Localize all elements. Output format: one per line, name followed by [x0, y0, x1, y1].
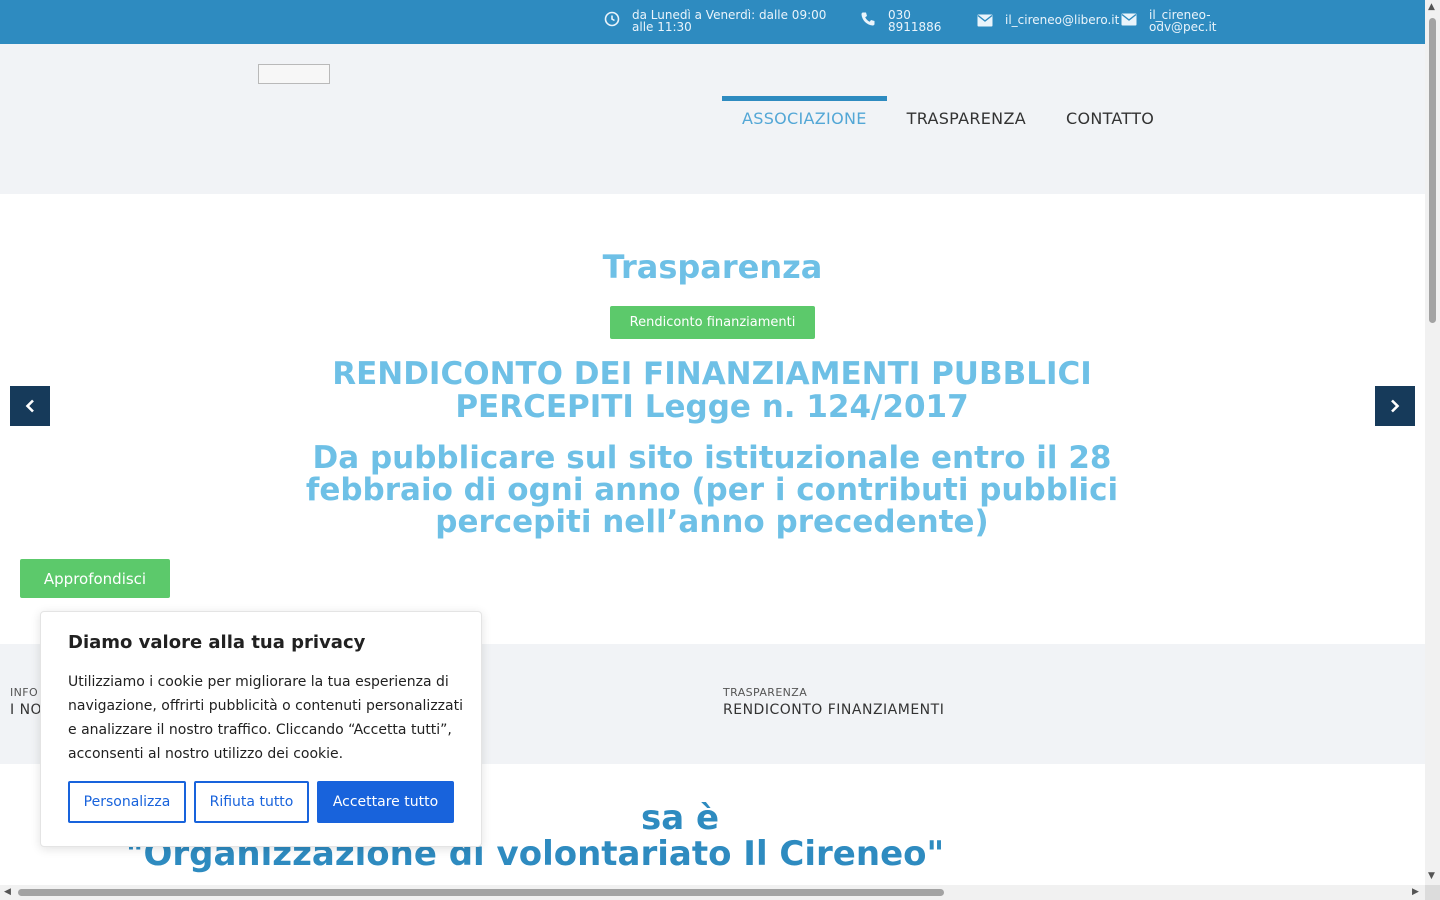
slider-next-button[interactable] [1375, 386, 1415, 426]
site-logo[interactable] [258, 64, 330, 84]
scroll-left-icon[interactable]: ◀ [4, 888, 11, 897]
phone-line-2: 8911886 [888, 20, 942, 34]
horizontal-scrollbar[interactable]: ◀ ▶ [0, 885, 1425, 900]
cookie-customize-button[interactable]: Personalizza [68, 781, 186, 823]
email-2-line-2: odv@pec.it [1149, 20, 1217, 34]
scrollbar-corner [1425, 885, 1440, 900]
section-link-title: RENDICONTO FINANZIAMENTI [723, 702, 945, 718]
hero-slider: Trasparenza Rendiconto finanziamenti REN… [0, 194, 1425, 644]
envelope-icon [977, 12, 993, 28]
cookie-consent-banner: Diamo valore alla tua privacy Utilizziam… [40, 611, 482, 847]
hours-line-2: alle 11:30 [632, 20, 692, 34]
horizontal-scroll-thumb[interactable] [18, 889, 944, 896]
chevron-left-icon [25, 399, 34, 413]
approfondisci-button[interactable]: Approfondisci [20, 559, 170, 598]
site-header: ASSOCIAZIONE TRASPARENZA CONTATTO [0, 44, 1425, 194]
slide-heading: RENDICONTO DEI FINANZIAMENTI PUBBLICI PE… [332, 356, 1092, 425]
envelope-icon [1121, 11, 1137, 27]
section-link-title: I NO [10, 702, 43, 718]
cookie-accept-button[interactable]: Accettare tutto [317, 781, 454, 823]
cookie-text: Utilizziamo i cookie per migliorare la t… [68, 674, 463, 762]
section-link-category: TRASPARENZA [723, 686, 808, 699]
section-link-trasparenza[interactable]: TRASPARENZA RENDICONTO FINANZIAMENTI [723, 686, 944, 718]
nav-item-associazione[interactable]: ASSOCIAZIONE [722, 96, 887, 140]
scroll-down-icon[interactable]: ▼ [1428, 872, 1435, 881]
scroll-up-icon[interactable]: ▲ [1428, 3, 1435, 12]
slide-category-button[interactable]: Rendiconto finanziamenti [610, 306, 815, 339]
scroll-right-icon[interactable]: ▶ [1412, 888, 1419, 897]
cookie-title: Diamo valore alla tua privacy [68, 632, 366, 653]
nav-item-trasparenza[interactable]: TRASPARENZA [887, 96, 1046, 140]
slide-subheading: Da pubblicare sul sito istituzionale ent… [305, 440, 1119, 540]
section-link-info[interactable]: INFO I NO [10, 686, 42, 718]
nav-item-contatto[interactable]: CONTATTO [1046, 96, 1174, 140]
section-link-category: INFO [10, 686, 39, 699]
vertical-scrollbar[interactable]: ▲ ▼ [1425, 0, 1440, 885]
cookie-reject-button[interactable]: Rifiuta tutto [194, 781, 309, 823]
email-link-2[interactable]: il_cireneo- odv@pec.it [1121, 9, 1217, 33]
phone-link[interactable]: 030 8911886 [860, 9, 941, 33]
main-nav: ASSOCIAZIONE TRASPARENZA CONTATTO [722, 96, 1174, 140]
chevron-right-icon [1391, 399, 1400, 413]
clock-icon [604, 11, 620, 27]
slider-prev-button[interactable] [10, 386, 50, 426]
email-1: il_cireneo@libero.it [1005, 13, 1120, 27]
phone-icon [860, 11, 876, 27]
slide-title: Trasparenza [602, 248, 823, 286]
top-info-bar: da Lunedì a Venerdì: dalle 09:00 alle 11… [0, 0, 1425, 44]
email-link-1[interactable]: il_cireneo@libero.it [977, 14, 1119, 28]
vertical-scroll-thumb[interactable] [1429, 18, 1436, 323]
opening-hours: da Lunedì a Venerdì: dalle 09:00 alle 11… [604, 9, 826, 33]
page: da Lunedì a Venerdì: dalle 09:00 alle 11… [0, 0, 1425, 885]
